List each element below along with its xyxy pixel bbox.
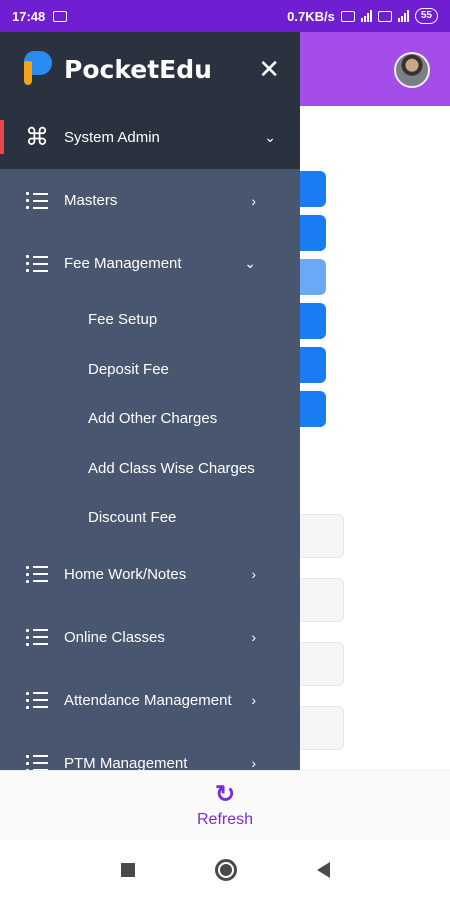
chevron-right-icon: › [251,692,256,708]
home-icon[interactable] [214,859,237,881]
close-icon[interactable]: ✕ [258,56,280,82]
system-nav-bar [0,840,450,900]
navigation-drawer: PocketEdu ✕ ⌘ System Admin ⌄ Masters › F… [0,32,300,770]
menu-label: Online Classes [64,628,165,646]
recents-icon[interactable] [120,863,135,877]
background-button [296,215,326,251]
chevron-down-icon: ⌄ [244,255,256,271]
background-button [296,259,326,295]
background-card [296,514,344,558]
list-icon [24,628,50,646]
menu-label: PTM Management [64,754,188,771]
message-icon [53,10,68,22]
submenu-item-fee-setup[interactable]: Fee Setup [0,295,300,345]
menu-label: Home Work/Notes [64,565,187,583]
chevron-right-icon: › [251,192,256,209]
background-card [296,642,344,686]
background-card [296,578,344,622]
menu-label: System Admin [64,129,160,146]
app-title: PocketEdu [64,54,212,84]
refresh-label: Refresh [196,810,254,828]
menu-item-online-classes[interactable]: Online Classes › [0,606,300,669]
refresh-button[interactable]: ↻ Refresh [0,770,450,840]
active-indicator [0,120,4,154]
menu-item-fee-management[interactable]: Fee Management ⌄ [0,232,300,295]
status-time: 17:48 [12,8,46,24]
app-logo [20,51,52,87]
menu-item-masters[interactable]: Masters › [0,169,300,232]
background-card [296,706,344,750]
chevron-down-icon: ⌄ [264,129,276,145]
signal-icon-2 [397,10,409,22]
background-button [296,347,326,383]
background-button [296,303,326,339]
back-icon[interactable] [316,862,330,878]
status-bar: 17:48 0.7KB/s 55 [0,0,450,32]
signal-icon [360,10,372,22]
list-icon [24,255,50,272]
submenu-item-discount-fee[interactable]: Discount Fee [0,493,300,543]
menu-item-home-work-notes[interactable]: Home Work/Notes › [0,543,300,606]
command-icon: ⌘ [25,123,49,151]
menu-label: Attendance Management [64,691,232,709]
volte-icon-2 [377,10,392,22]
list-icon [24,192,50,209]
submenu-item-add-class-wise-charges[interactable]: Add Class Wise Charges [0,444,300,494]
submenu-item-add-other-charges[interactable]: Add Other Charges [0,394,300,444]
list-icon [24,565,50,583]
background-button [296,171,326,207]
submenu-item-deposit-fee[interactable]: Deposit Fee [0,345,300,395]
network-speed: 0.7KB/s [287,8,335,24]
menu-item-attendance-management[interactable]: Attendance Management › [0,669,300,732]
menu-item-system-admin[interactable]: ⌘ System Admin ⌄ [0,106,300,169]
list-icon [24,754,50,770]
refresh-icon: ↻ [214,780,236,808]
menu-label: Masters [64,192,118,209]
chevron-right-icon: › [251,566,256,582]
drawer-header: PocketEdu ✕ [0,32,300,106]
background-button [296,391,326,427]
avatar[interactable] [394,52,430,88]
menu-item-ptm-management[interactable]: PTM Management › [0,732,300,771]
menu-label: Fee Management [64,255,182,272]
battery-indicator: 55 [414,8,438,24]
chevron-right-icon: › [251,755,256,770]
volte-icon [340,10,355,22]
list-icon [24,691,50,709]
chevron-right-icon: › [251,629,256,645]
